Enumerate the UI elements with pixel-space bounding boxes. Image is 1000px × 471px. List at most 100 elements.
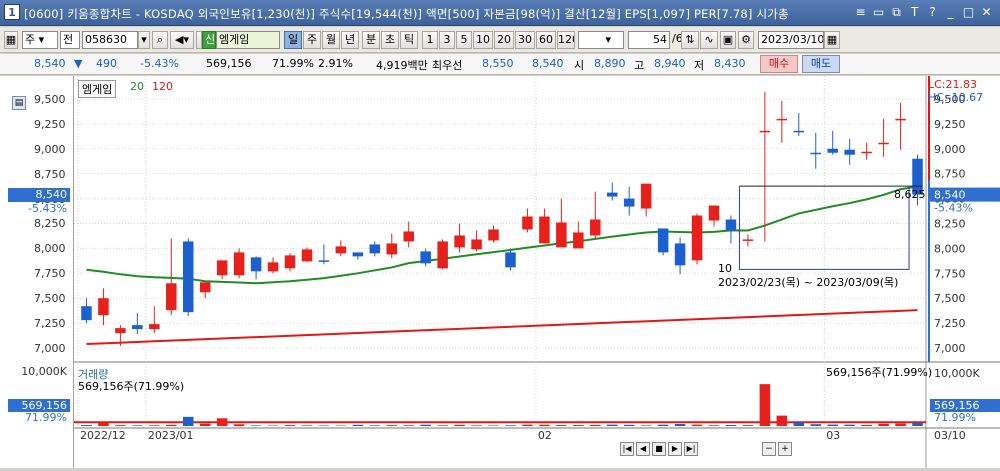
interval-1-button[interactable]: 1 [422,31,438,49]
trade-amount: 4,919백만 [376,57,428,73]
interval-10-button[interactable]: 10 [473,31,493,49]
candle-body [709,206,720,221]
price-tick-label-left: 8,250 [34,217,66,230]
close-icon[interactable]: ✕ [979,4,994,20]
volume-bar [641,425,652,426]
candle-body [200,282,211,292]
calendar-icon[interactable]: ▦ [824,31,840,49]
indicator-list-icon[interactable]: ▤ [12,96,26,110]
price-tick-label-left: 9,000 [34,143,66,156]
save-icon[interactable]: ▣ [720,31,736,49]
chart-background [74,76,1000,468]
candle-body [353,252,364,256]
volume-bar [590,425,601,426]
price-tick-label: 7,000 [934,342,966,355]
interval-60-button[interactable]: 60 [536,31,556,49]
sell-button[interactable]: 매도 [802,55,840,73]
overlay-icon[interactable]: ∿ [700,31,718,49]
zoom-in-icon[interactable]: + [778,442,792,456]
volume-value: 569,156 [206,57,252,70]
candle-body [302,249,313,261]
volume-bar [692,425,703,426]
volume-right-label: 569,156주(71.99%) [826,364,932,380]
period-week-button[interactable]: 주 [303,31,321,49]
candle-body [217,260,228,275]
all-select[interactable]: 전 [60,31,80,49]
volume-pct-text: 71.99% [934,411,976,424]
stock-name-field[interactable]: 엠게임 [216,31,280,49]
buy-button[interactable]: 매수 [760,55,798,73]
scroll-last-icon[interactable]: ▶| [684,442,698,456]
code-dropdown-icon[interactable]: ▾ [138,31,150,49]
volume-bar [285,425,296,426]
best-bid: 8,540 [532,57,564,70]
stock-code-input[interactable]: 058630 [82,31,138,49]
candle-body [522,217,533,230]
chart-tool-icon[interactable]: ⇅ [681,31,699,49]
hc-label: HC:-10.67 [928,91,983,104]
date-input[interactable]: 2023/03/10 [758,31,824,49]
volume-bar [132,425,143,426]
high-price: 8,940 [654,57,686,70]
interval-120-button[interactable]: 120 [557,31,575,49]
scroll-prev-icon[interactable]: ◀ [636,442,650,456]
low-price: 8,430 [714,57,746,70]
period-year-button[interactable]: 년 [341,31,359,49]
grid-toggle-icon[interactable]: ▦ [4,31,18,49]
price-tick-label: 8,250 [934,217,966,230]
restore-icon[interactable]: ▭ [871,4,886,20]
market-type-select[interactable]: 주 ▾ [22,31,58,49]
gear-icon[interactable]: ⚙ [738,31,754,49]
left-axis-panel: ▤ 9,5009,2509,0008,7508,5008,2508,0007,7… [0,76,74,468]
price-chart-svg[interactable]: 9,5009,2509,0008,7508,5008,2508,0007,750… [74,76,1000,468]
volume-bar [234,424,245,426]
candle-body [115,328,126,333]
candle-body [844,150,855,155]
candle-body [488,229,499,240]
text-icon[interactable]: T [907,4,922,20]
legend-ma120: 120 [152,80,173,93]
candle-body [624,199,635,207]
period-minute-button[interactable]: 분 [362,31,380,49]
price-tick-label: 9,000 [934,143,966,156]
settings-icon[interactable]: ⧉ [889,4,904,20]
help-icon[interactable]: ? [925,4,940,20]
custom-interval-input[interactable]: ▾ [578,31,624,49]
interval-30-button[interactable]: 30 [515,31,535,49]
chart-area[interactable]: 9,5009,2509,0008,7508,5008,2508,0007,750… [74,76,1000,468]
candle-body [658,228,669,252]
volume-ratio: 71.99% [272,57,314,70]
scroll-first-icon[interactable]: |◀ [620,442,634,456]
interval-5-button[interactable]: 5 [456,31,472,49]
search-icon[interactable]: ⌕ [152,31,168,49]
candle-body [387,243,398,254]
candle-body [607,193,618,197]
candle-body [234,252,245,275]
chart-toolbar: ▦ 주 ▾ 전 058630 ▾ ⌕ ◀▾ 신 엠게임 일 주 월 년 분 초 … [0,27,1000,53]
current-price: 8,540 [34,57,66,70]
speaker-icon[interactable]: ◀▾ [170,31,194,49]
minimize-icon[interactable]: _ [943,4,958,20]
list-icon[interactable]: ≡ [853,4,868,20]
x-tick-label: 02 [538,429,552,442]
zoom-out-icon[interactable]: − [762,442,776,456]
best-ask: 8,550 [482,57,514,70]
interval-20-button[interactable]: 20 [494,31,514,49]
volume-bar [827,425,838,426]
display-count-input[interactable]: 54 [628,31,670,49]
volume-bar [505,425,516,426]
stop-icon[interactable]: ■ [652,442,666,456]
interval-3-button[interactable]: 3 [439,31,455,49]
volume-bar [488,425,499,426]
candle-body [590,220,601,236]
period-month-button[interactable]: 월 [322,31,340,49]
candle-body [641,184,652,209]
period-tick-button[interactable]: 틱 [400,31,418,49]
price-change: 490 [96,57,117,70]
period-second-button[interactable]: 초 [381,31,399,49]
maximize-icon[interactable]: □ [961,4,976,20]
volume-bar [403,425,414,426]
left-volume-pct: 71.99% [8,412,70,424]
scroll-next-icon[interactable]: ▶ [668,442,682,456]
period-day-button[interactable]: 일 [284,31,302,49]
